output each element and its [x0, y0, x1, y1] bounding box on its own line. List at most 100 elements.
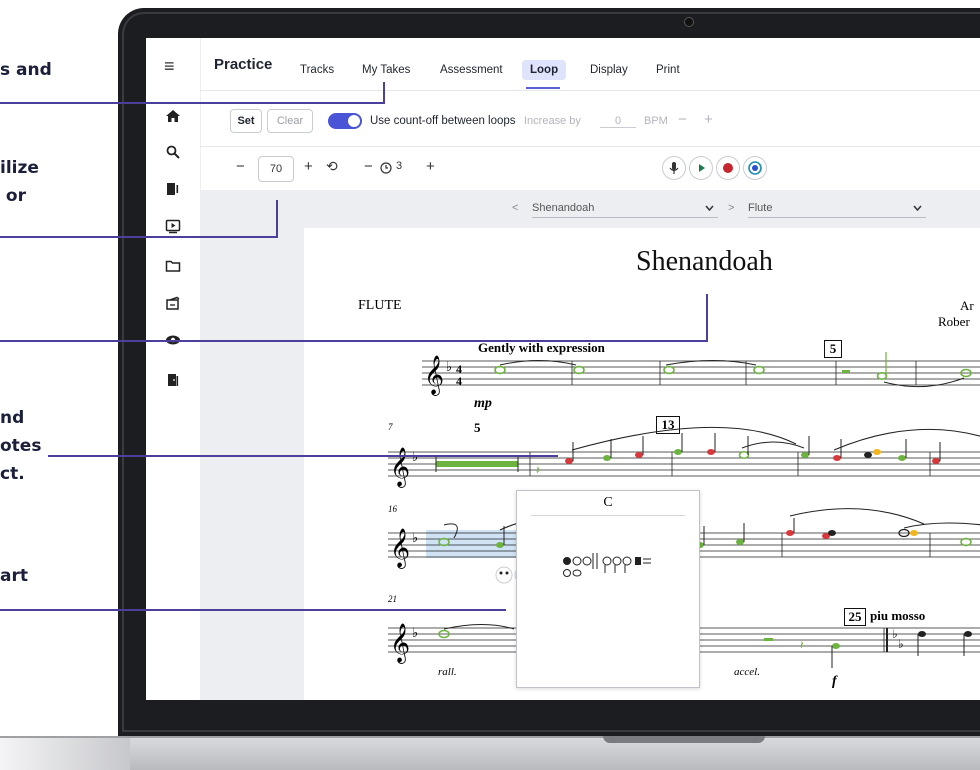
increase-input[interactable]: 0 — [600, 115, 636, 128]
camera-icon — [684, 17, 694, 27]
score-selectors: < Shenandoah > Flute — [200, 190, 980, 230]
countoff-label: Use count-off between loops — [370, 115, 516, 127]
tempo-plus-button[interactable]: + — [304, 158, 313, 175]
loop-toolbar: Set Clear Use count-off between loops In… — [200, 90, 980, 147]
loop-set-button[interactable]: Set — [230, 109, 262, 133]
treble-clef-icon: 𝄞 — [390, 447, 410, 488]
media-icon[interactable] — [165, 181, 181, 197]
microphone-icon — [669, 162, 679, 174]
fingering-toggle-icon[interactable] — [495, 566, 513, 584]
popup-divider — [531, 515, 685, 516]
leader-line-tabs — [0, 102, 384, 104]
top-bar: Practice Tracks My Takes Assessment Loop… — [200, 38, 980, 91]
exit-icon[interactable] — [165, 372, 181, 388]
quarter-rest: 𝄽 — [800, 638, 804, 652]
leader-line-title-v — [706, 294, 708, 342]
clock-icon — [380, 162, 392, 174]
tab-loop-underline — [526, 87, 560, 89]
countin-value: 3 — [396, 160, 403, 172]
countin-plus-button[interactable]: + — [426, 158, 435, 175]
microphone-button[interactable] — [662, 156, 686, 180]
flat-key-icon: ♭ — [892, 627, 898, 641]
loop-target-icon — [748, 161, 762, 175]
tempo-reset-icon[interactable]: ⟲ — [326, 158, 338, 175]
note — [964, 631, 972, 637]
laptop-base — [0, 738, 980, 770]
chevron-down-icon — [913, 205, 922, 211]
time-sig-bottom: 4 — [456, 374, 462, 388]
slur — [571, 426, 797, 451]
leader-line-fingering — [0, 609, 506, 611]
tempo-input[interactable]: 70 — [258, 156, 294, 182]
fingering-note-name: C — [603, 495, 613, 510]
slur — [833, 428, 980, 451]
flat-key-icon: ♭ — [412, 450, 418, 465]
leader-line-tabs-v — [383, 82, 385, 104]
app-screen: ≡ Practice Tracks My Takes Assessment Lo… — [146, 38, 980, 700]
instrument-select[interactable]: Flute — [748, 202, 926, 218]
play-icon — [699, 164, 705, 172]
laptop-base-shade — [0, 738, 130, 770]
treble-clef-icon: 𝄞 — [390, 623, 410, 664]
piece-select-value: Shenandoah — [532, 202, 595, 214]
laptop-notch — [603, 736, 765, 743]
countin-minus-button[interactable]: − — [364, 158, 373, 175]
callout-fingering: art — [0, 566, 28, 586]
play-button[interactable] — [689, 156, 713, 180]
toggle-knob — [348, 115, 360, 127]
instrument-select-value: Flute — [748, 202, 773, 214]
treble-clef-icon: 𝄞 — [390, 528, 410, 569]
rest — [842, 370, 850, 373]
playback-controls: − 70 + ⟲ − 3 + — [200, 146, 980, 191]
tempo-minus-button[interactable]: − — [236, 158, 245, 175]
multi-measure-rest — [436, 461, 518, 467]
loop-clear-button[interactable]: Clear — [267, 109, 313, 133]
leader-line-notes — [48, 455, 558, 457]
next-piece-button[interactable]: > — [728, 202, 734, 217]
record-icon — [723, 163, 733, 173]
piece-select[interactable]: Shenandoah — [532, 202, 718, 218]
folder-icon[interactable] — [165, 258, 181, 274]
increase-plus-button[interactable]: + — [704, 111, 713, 128]
rest — [764, 638, 773, 641]
sidebar: ≡ — [146, 38, 201, 700]
prev-piece-button[interactable]: < — [512, 202, 518, 217]
slur — [903, 522, 980, 529]
flat-key-icon: ♭ — [446, 360, 452, 375]
chevron-down-icon — [705, 205, 714, 211]
quarter-rest: 𝄽 — [536, 463, 540, 477]
bpm-label: BPM — [644, 115, 668, 127]
flat-key-icon: ♭ — [412, 626, 418, 641]
menu-icon[interactable]: ≡ — [164, 56, 175, 77]
treble-clef-icon: 𝄞 — [424, 355, 444, 396]
tab-tracks[interactable]: Tracks — [292, 60, 342, 80]
tab-assessment[interactable]: Assessment — [432, 60, 511, 80]
note — [918, 631, 926, 637]
tab-my-takes[interactable]: My Takes — [354, 60, 418, 80]
search-icon[interactable] — [165, 144, 181, 160]
callout-tabs: s and — [0, 60, 52, 80]
tab-display[interactable]: Display — [582, 60, 636, 80]
flat-key-icon: ♭ — [412, 531, 418, 546]
countoff-toggle[interactable] — [328, 113, 362, 129]
increase-minus-button[interactable]: − — [678, 111, 687, 128]
fingering-popup: C — [516, 490, 700, 688]
callout-notes: nd otes ct. — [0, 408, 42, 484]
tab-print[interactable]: Print — [648, 60, 688, 80]
loop-play-button[interactable] — [743, 156, 767, 180]
leader-line-tempo — [0, 236, 278, 238]
slur — [789, 508, 925, 525]
record-button[interactable] — [716, 156, 740, 180]
flat-key-icon: ♭ — [898, 637, 904, 651]
leader-line-title — [0, 340, 708, 342]
tab-loop[interactable]: Loop — [522, 60, 567, 80]
staff-1 — [422, 360, 980, 386]
assignment-icon[interactable] — [165, 296, 181, 312]
leader-line-tempo-v — [276, 200, 278, 238]
increase-label: Increase by — [524, 115, 581, 127]
home-icon[interactable] — [165, 108, 181, 124]
fingering-chart-icon — [563, 553, 651, 577]
video-icon[interactable] — [165, 218, 181, 234]
callout-tempo: ilize or — [0, 158, 39, 206]
app-title: Practice — [214, 56, 273, 73]
